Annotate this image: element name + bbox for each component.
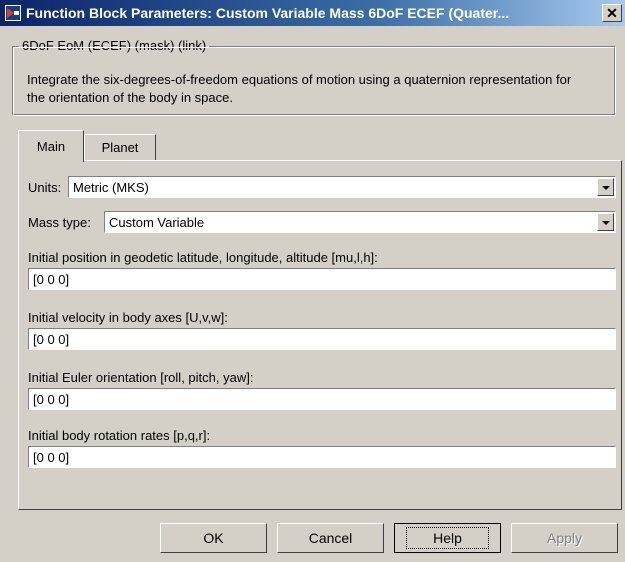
cancel-button-label: Cancel (308, 530, 353, 546)
chevron-down-icon[interactable] (597, 213, 614, 231)
cancel-button[interactable]: Cancel (277, 523, 384, 553)
apply-button-label: Apply (546, 530, 583, 546)
initial-position-label: Initial position in geodetic latitude, l… (28, 250, 378, 265)
dialog-window: Function Block Parameters: Custom Variab… (0, 0, 625, 562)
group-label: 6DoF EoM (ECEF) (mask) (link) (19, 38, 210, 53)
simulink-block-icon (5, 5, 21, 21)
tab-planet[interactable]: Planet (84, 134, 156, 160)
initial-velocity-label: Initial velocity in body axes [U,v,w]: (28, 310, 228, 325)
initial-velocity-field[interactable] (28, 328, 616, 350)
mass-type-dropdown[interactable]: Custom Variable (104, 211, 616, 233)
title-bar[interactable]: Function Block Parameters: Custom Variab… (0, 0, 625, 26)
units-dropdown[interactable]: Metric (MKS) (68, 176, 616, 198)
initial-euler-field[interactable] (28, 388, 616, 410)
mask-description-group: 6DoF EoM (ECEF) (mask) (link) Integrate … (12, 38, 616, 116)
mass-type-label: Mass type: (28, 215, 91, 230)
tab-planet-label: Planet (101, 140, 139, 155)
close-button[interactable]: ✕ (602, 4, 622, 22)
help-button-label: Help (406, 527, 489, 549)
mass-type-value: Custom Variable (109, 215, 205, 230)
initial-rates-field[interactable] (28, 446, 616, 468)
help-button[interactable]: Help (394, 523, 501, 553)
ok-button-label: OK (203, 530, 224, 546)
units-label: Units: (28, 180, 62, 195)
initial-euler-label: Initial Euler orientation [roll, pitch, … (28, 370, 254, 385)
block-description: Integrate the six-degrees-of-freedom equ… (27, 72, 572, 105)
ok-button[interactable]: OK (160, 523, 267, 553)
units-value: Metric (MKS) (73, 180, 149, 195)
close-icon: ✕ (606, 4, 618, 21)
window-title: Function Block Parameters: Custom Variab… (26, 5, 510, 21)
apply-button: Apply (511, 523, 618, 553)
chevron-down-icon[interactable] (597, 178, 614, 196)
initial-position-field[interactable] (28, 268, 616, 290)
tab-main[interactable]: Main (18, 130, 84, 162)
initial-rates-label: Initial body rotation rates [p,q,r]: (28, 428, 211, 443)
tab-main-label: Main (36, 139, 66, 154)
